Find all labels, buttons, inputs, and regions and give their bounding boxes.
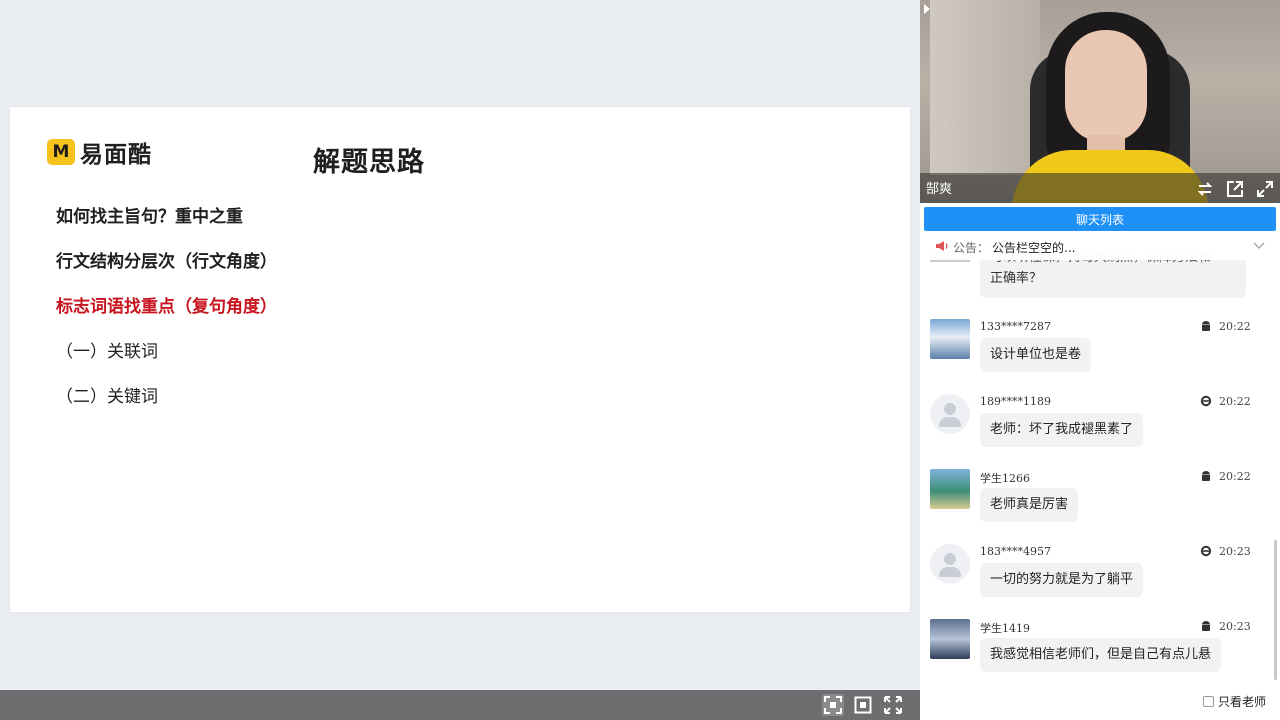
message-time: 20:23	[1219, 545, 1251, 558]
collapse-arrow-icon[interactable]	[924, 4, 930, 14]
android-icon	[1200, 470, 1212, 482]
presentation-area: M 易面酷 解题思路 如何找主旨句？重中之重 行文结构分层次（行文角度） 标志词…	[0, 0, 920, 720]
video-person-face	[1065, 30, 1147, 142]
notice-label: 公告：	[953, 240, 990, 255]
sender-name: 学生1419	[980, 622, 1030, 635]
message-time: 20:22	[1219, 470, 1251, 483]
message-time: 20:22	[1219, 395, 1251, 408]
avatar	[930, 469, 970, 509]
android-icon	[1200, 620, 1212, 632]
avatar	[930, 619, 970, 659]
message-bubble: 一切的努力就是为了躺平	[980, 563, 1144, 597]
tab-chat-list[interactable]: 聊天列表	[924, 207, 1276, 231]
ie-icon	[1200, 545, 1212, 557]
message-bubble: 老师：坏了我成褪黑素了	[980, 413, 1144, 447]
android-icon	[1200, 320, 1212, 332]
avatar	[930, 319, 970, 359]
message-time: 20:23	[1219, 620, 1251, 633]
outline-item: 如何找主旨句？重中之重	[56, 207, 243, 227]
message-time: 20:22	[1219, 320, 1251, 333]
avatar	[930, 394, 970, 434]
outline-item: （一）关联词	[56, 342, 158, 362]
logo: M 易面酷	[47, 135, 152, 169]
chevron-down-icon[interactable]	[1252, 240, 1266, 254]
teacher-name: 郜爽	[926, 182, 953, 197]
popout-icon[interactable]	[1226, 180, 1244, 198]
outline-item: （二）关键词	[56, 387, 158, 407]
message-bubble: 设计单位也是卷	[980, 338, 1092, 372]
sender-name: 学生1266	[980, 472, 1030, 485]
chat-message-list[interactable]: 可以听懂课，持每大刷点，保障方法和 正确率？ 133****7287 20:22…	[920, 240, 1280, 685]
chat-message: 183****4957 20:23 一切的努力就是为了躺平	[920, 544, 1280, 619]
teacher-only-label: 只看老师	[1218, 695, 1267, 709]
teacher-only-toggle[interactable]: 只看老师	[1203, 693, 1266, 710]
chat-message: 189****1189 20:22 老师：坏了我成褪黑素了	[920, 394, 1280, 469]
message-text-line: 正确率？	[990, 271, 1043, 286]
teacher-video[interactable]: 郜爽	[920, 0, 1280, 203]
outline-item-highlighted: 标志词语找重点（复句角度）	[56, 297, 277, 317]
logo-mark: M	[47, 139, 75, 165]
fit-screen-icon[interactable]	[822, 694, 844, 716]
slide: M 易面酷 解题思路 如何找主旨句？重中之重 行文结构分层次（行文角度） 标志词…	[10, 107, 910, 612]
teacher-only-checkbox[interactable]	[1203, 696, 1214, 707]
sender-name: 183****4957	[980, 545, 1051, 558]
notice-bar[interactable]: 公告： 公告栏空空的...	[920, 234, 1280, 260]
message-bubble: 我感觉相信老师们，但是自己有点儿悬	[980, 638, 1222, 672]
bottom-toolbar	[0, 690, 920, 720]
expand-icon[interactable]	[1256, 180, 1274, 198]
message-bubble: 老师真是厉害	[980, 488, 1079, 522]
side-panel: 郜爽 聊天列表 可以听懂课，持每大刷点，保障方法和 正确率？ 133****72…	[920, 0, 1280, 720]
screenshot-icon[interactable]	[852, 694, 874, 716]
video-background	[930, 0, 1040, 175]
ie-icon	[1200, 395, 1212, 407]
megaphone-icon	[935, 240, 949, 255]
logo-text: 易面酷	[80, 142, 152, 168]
avatar	[930, 544, 970, 584]
fullscreen-icon[interactable]	[882, 694, 904, 716]
sender-name: 189****1189	[980, 395, 1051, 408]
sender-name: 133****7287	[980, 320, 1051, 333]
chat-message: 学生1419 20:23 我感觉相信老师们，但是自己有点儿悬	[920, 619, 1280, 685]
chat-message: 学生1266 20:22 老师真是厉害	[920, 469, 1280, 544]
notice-text: 公告栏空空的...	[992, 240, 1076, 255]
slide-title: 解题思路	[313, 147, 425, 178]
chat-message: 133****7287 20:22 设计单位也是卷	[920, 319, 1280, 394]
outline-item: 行文结构分层次（行文角度）	[56, 252, 277, 272]
chat-scrollbar[interactable]	[1274, 540, 1277, 680]
switch-icon[interactable]	[1196, 180, 1214, 198]
